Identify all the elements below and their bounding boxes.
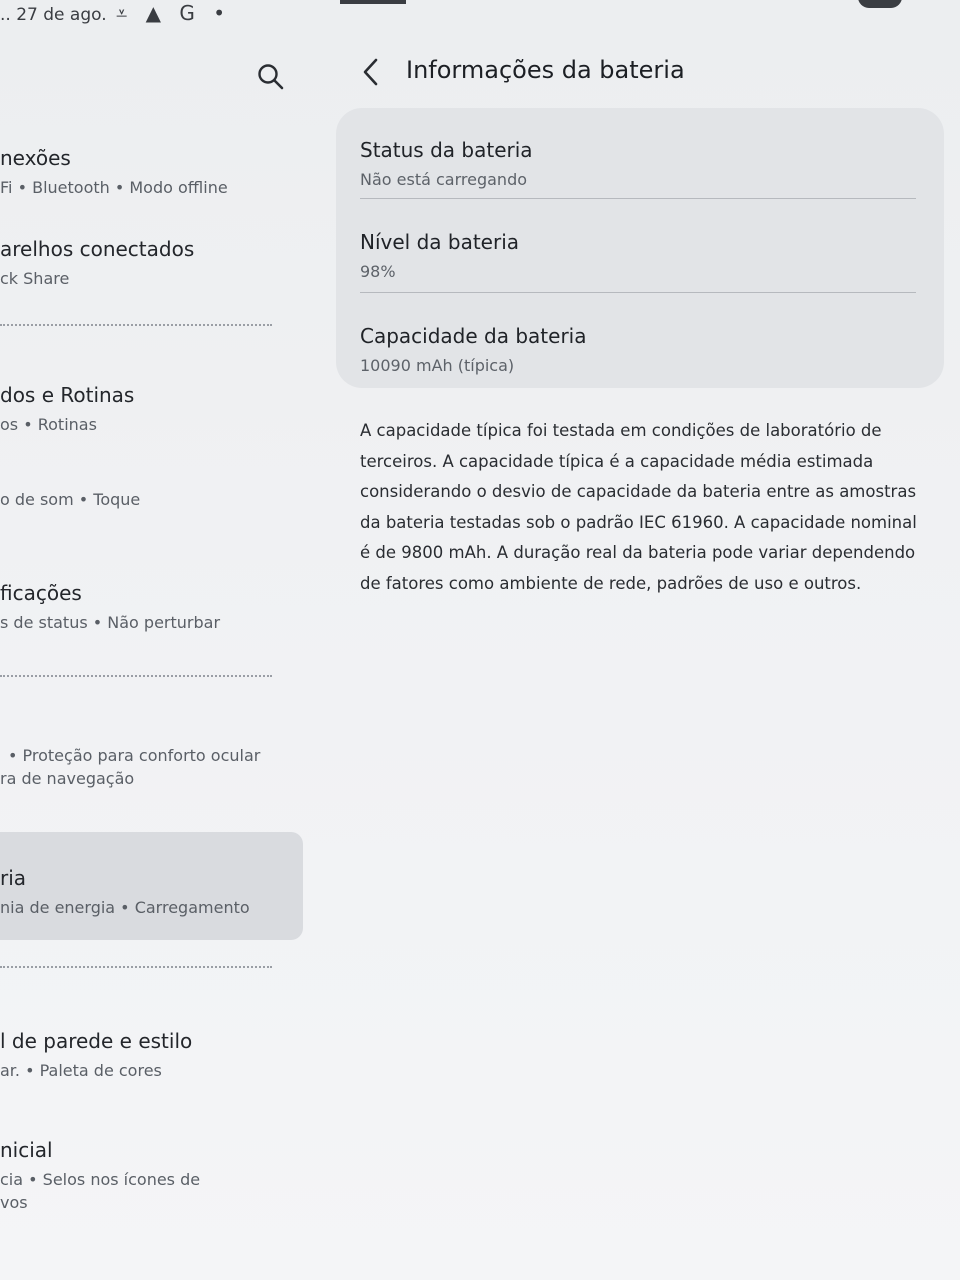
battery-level-row: Nível da bateria 98% bbox=[360, 230, 916, 281]
menu-item-sounds[interactable]: o de som • Toque bbox=[0, 482, 300, 509]
menu-item-display[interactable]: • Proteção para conforto ocular ra de na… bbox=[0, 738, 300, 788]
search-icon[interactable] bbox=[256, 62, 286, 92]
menu-item-subtitle: os • Rotinas bbox=[0, 415, 97, 434]
menu-item-battery[interactable]: ria nia de energia • Carregamento bbox=[0, 866, 300, 917]
menu-item-modes-routines[interactable]: dos e Rotinas os • Rotinas bbox=[0, 383, 300, 434]
menu-item-connected-devices[interactable]: arelhos conectados ck Share bbox=[0, 237, 300, 288]
menu-item-title: dos e Rotinas bbox=[0, 383, 135, 407]
menu-item-subtitle: • Proteção para conforto ocular bbox=[8, 746, 261, 765]
row-label: Capacidade da bateria bbox=[360, 324, 587, 348]
menu-item-connections[interactable]: nexões Fi • Bluetooth • Modo offline bbox=[0, 146, 300, 197]
menu-item-title: nicial bbox=[0, 1138, 53, 1162]
row-divider bbox=[360, 198, 916, 199]
menu-item-subtitle-line2: vos bbox=[0, 1193, 28, 1212]
row-label: Nível da bateria bbox=[360, 230, 520, 254]
menu-item-title: ficações bbox=[0, 581, 82, 605]
menu-item-subtitle: s de status • Não perturbar bbox=[0, 613, 221, 632]
back-arrow-icon[interactable] bbox=[358, 56, 384, 88]
row-divider bbox=[360, 292, 916, 293]
row-label: Status da bateria bbox=[360, 138, 533, 162]
row-value: Não está carregando bbox=[360, 170, 528, 189]
divider bbox=[0, 324, 272, 326]
page-title: Informações da bateria bbox=[406, 56, 685, 84]
status-bar: .. 27 de ago. ⩡ ▲ G • bbox=[0, 0, 960, 34]
menu-item-home-screen[interactable]: nicial cia • Selos nos ícones de vos bbox=[0, 1138, 300, 1212]
menu-item-subtitle-line2: ra de navegação bbox=[0, 769, 135, 788]
row-value: 10090 mAh (típica) bbox=[360, 356, 515, 375]
battery-info-card: Status da bateria Não está carregando Ní… bbox=[336, 108, 944, 388]
divider bbox=[0, 675, 272, 677]
battery-status-row: Status da bateria Não está carregando bbox=[360, 138, 916, 189]
menu-item-title: ria bbox=[0, 866, 27, 890]
menu-item-title: nexões bbox=[0, 146, 71, 170]
menu-item-subtitle: ar. • Paleta de cores bbox=[0, 1061, 162, 1080]
menu-item-notifications[interactable]: ficações s de status • Não perturbar bbox=[0, 581, 300, 632]
status-date: .. 27 de ago. bbox=[0, 5, 107, 25]
menu-item-subtitle: Fi • Bluetooth • Modo offline bbox=[0, 178, 228, 197]
battery-capacity-row: Capacidade da bateria 10090 mAh (típica) bbox=[360, 324, 916, 375]
battery-icon bbox=[858, 0, 902, 8]
menu-item-subtitle: ck Share bbox=[0, 269, 70, 288]
settings-menu-pane: nexões Fi • Bluetooth • Modo offline are… bbox=[0, 34, 310, 1280]
menu-item-wallpaper-style[interactable]: l de parede e estilo ar. • Paleta de cor… bbox=[0, 1029, 300, 1080]
menu-item-title: arelhos conectados bbox=[0, 237, 195, 261]
menu-item-subtitle: o de som • Toque bbox=[0, 490, 141, 509]
menu-item-title: l de parede e estilo bbox=[0, 1029, 193, 1053]
window-handle bbox=[340, 0, 406, 4]
capacity-description: A capacidade típica foi testada em condi… bbox=[360, 421, 917, 593]
battery-info-pane: Informações da bateria Status da bateria… bbox=[330, 34, 960, 1280]
menu-item-subtitle: cia • Selos nos ícones de bbox=[0, 1170, 201, 1189]
menu-item-subtitle: nia de energia • Carregamento bbox=[0, 898, 250, 917]
status-icons: ⩡ ▲ G • bbox=[116, 1, 232, 25]
settings-screen: .. 27 de ago. ⩡ ▲ G • nexões Fi • Blueto… bbox=[0, 0, 960, 1280]
row-value: 98% bbox=[360, 262, 396, 281]
divider bbox=[0, 966, 272, 968]
